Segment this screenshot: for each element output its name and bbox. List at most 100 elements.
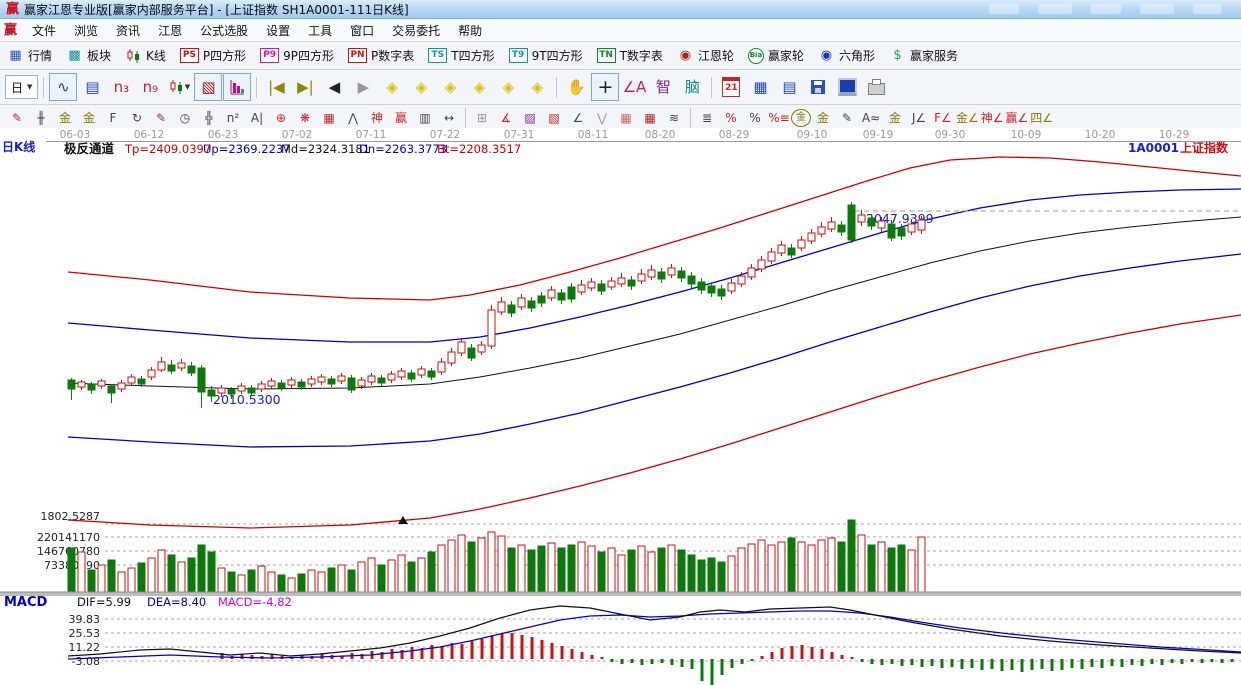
toolbar-button-sectors[interactable]: ▩板块 (59, 44, 118, 67)
toolbar-button-histogram-tool[interactable] (223, 73, 251, 101)
toolbar-button-calculator-tool[interactable]: ▦ (746, 73, 774, 101)
toolbar-button-smart-tool[interactable]: 智 (649, 73, 677, 101)
toolbar-button-gann-target[interactable]: ⊕ (269, 108, 293, 128)
toolbar-button-shen-angle[interactable]: 神∠ (980, 108, 1005, 128)
toolbar-button-j-angle[interactable]: J∠ (907, 108, 931, 128)
toolbar-button-f-angle[interactable]: F∠ (931, 108, 955, 128)
toolbar-button-pattern-tool[interactable]: ▧ (194, 73, 222, 101)
toolbar-button-marker-tool[interactable]: ✎ (149, 108, 173, 128)
menu-item-6[interactable]: 工具 (299, 21, 341, 40)
menu-item-1[interactable]: 浏览 (65, 21, 107, 40)
toolbar-button-diamond-compress[interactable]: ◈ (523, 73, 551, 101)
toolbar-button-bars-9-tool[interactable]: n₉ (136, 73, 164, 101)
toolbar-button-double-ruler[interactable]: ╬ (197, 108, 221, 128)
toolbar-button-candle-style-dropdown[interactable]: ▼ (165, 73, 193, 101)
toolbar-button-quotes[interactable]: ▦行情 (0, 44, 59, 67)
toolbar-button-si-angle[interactable]: 四∠ (1029, 108, 1054, 128)
toolbar-button-grid-red[interactable]: ▦ (638, 108, 662, 128)
toolbar-button-slant-lines[interactable]: ≋ (662, 108, 686, 128)
toolbar-button-gold-circle[interactable]: 金 (791, 109, 811, 127)
toolbar-button-ying-angle[interactable]: 赢∠ (1005, 108, 1030, 128)
toolbar-button-winner-wheel[interactable]: Bia赢家轮 (741, 44, 811, 67)
toolbar-button-brain-tool[interactable]: 脑 (678, 73, 706, 101)
toolbar-button-first-bar[interactable]: |◀ (262, 73, 290, 101)
toolbar-button-save-floppy[interactable] (804, 73, 832, 101)
toolbar-button-zigzag-tool[interactable]: ∿ (49, 73, 77, 101)
toolbar-button-gold-line[interactable]: 金 (883, 108, 907, 128)
toolbar-button-9p-square[interactable]: P99P四方形 (253, 44, 341, 67)
toolbar-button-remote-screen[interactable] (833, 73, 861, 101)
toolbar-button-winner-service[interactable]: $赢家服务 (882, 44, 965, 67)
toolbar-button-t-table[interactable]: TNT数字表 (590, 44, 670, 67)
toolbar-button-diamond-right[interactable]: ◈ (407, 73, 435, 101)
toolbar-button-info-panel[interactable]: ▤ (78, 73, 106, 101)
toolbar-button-clock-tool[interactable]: ◷ (173, 108, 197, 128)
menu-item-2[interactable]: 资讯 (107, 21, 149, 40)
toolbar-button-kline[interactable]: K线 (118, 44, 173, 67)
toolbar-button-prev-bar[interactable]: ◀ (320, 73, 348, 101)
toolbar-button-angle-fan[interactable]: ∠ (566, 108, 590, 128)
menu-item-0[interactable]: 文件 (23, 21, 65, 40)
toolbar-button-angle-a-tool[interactable]: ∠A (620, 73, 648, 101)
toolbar-button-spiral-tool[interactable]: ↻ (125, 108, 149, 128)
toolbar-button-gann-star[interactable]: ❋ (293, 108, 317, 128)
toolbar-button-diamond-vsplit[interactable]: ◈ (465, 73, 493, 101)
toolbar-button-f-ruler[interactable]: F (101, 108, 125, 128)
toolbar-button-fan-box-purple[interactable]: ▨ (518, 108, 542, 128)
toolbar-button-hexagon[interactable]: ◉六角形 (811, 44, 882, 67)
toolbar-button-percent-line-red[interactable]: % (719, 108, 743, 128)
toolbar-button-bars-3-tool[interactable]: n₃ (107, 73, 135, 101)
toolbar-button-notes-tool[interactable]: ▤ (775, 73, 803, 101)
toolbar-button-percent-levels[interactable]: %≡ (767, 108, 791, 128)
toolbar-button-wave-a-tool[interactable]: A≈ (859, 108, 883, 128)
menu-item-5[interactable]: 设置 (257, 21, 299, 40)
toolbar-button-crosshair-tool[interactable]: + (591, 73, 619, 101)
menu-item-4[interactable]: 公式选股 (191, 21, 257, 40)
toolbar-button-box-ruler[interactable]: ⊞ (470, 108, 494, 128)
toolbar-button-gold-levels[interactable]: 金 (811, 108, 835, 128)
toolbar-button-diamond-expand[interactable]: ◈ (494, 73, 522, 101)
toolbar-button-v-ruler[interactable]: ≣ (695, 108, 719, 128)
toolbar-button-shen-tool[interactable]: 神 (365, 108, 389, 128)
toolbar-button-diamond-left[interactable]: ◈ (378, 73, 406, 101)
candle-body (858, 215, 865, 222)
toolbar-button-v-lines-tool[interactable]: ⋀ (341, 108, 365, 128)
toolbar-button-ying-tool[interactable]: 赢 (389, 108, 413, 128)
quotes-icon: ▦ (7, 48, 24, 64)
toolbar-button-9t-square[interactable]: T99T四方形 (502, 44, 590, 67)
chart-area[interactable]: 06-0306-1206-2307-0207-1107-2207-3108-11… (0, 128, 1241, 685)
toolbar-button-printer[interactable] (862, 73, 890, 101)
toolbar-button-gann-grid[interactable]: ▦ (317, 108, 341, 128)
toolbar-button-v-dotted[interactable]: ⋁ (590, 108, 614, 128)
toolbar-button-gold-gate-1[interactable]: 金 (53, 108, 77, 128)
toolbar-button-n-square-tool[interactable]: n² (221, 108, 245, 128)
toolbar-button-diamond-hsplit[interactable]: ◈ (436, 73, 464, 101)
kline-chart-svg[interactable]: 06-0306-1206-2307-0207-1107-2207-3108-11… (0, 128, 1241, 685)
toolbar-button-text-marker[interactable]: A| (245, 108, 269, 128)
toolbar-button-fan-box-red[interactable]: ▧ (542, 108, 566, 128)
toolbar-button-gold-gate-2[interactable]: 金 (77, 108, 101, 128)
remote-screen-icon (838, 78, 857, 96)
toolbar-button-p-table[interactable]: PNP数字表 (341, 44, 421, 67)
toolbar-button-hand-tool[interactable]: ✋ (562, 73, 590, 101)
toolbar-button-percent-tool[interactable]: % (743, 108, 767, 128)
toolbar-button-t-square[interactable]: TST四方形 (421, 44, 501, 67)
toolbar-button-fan-lines-red[interactable]: ∡ (494, 108, 518, 128)
period-selector-dropdown[interactable]: 日▼ (5, 75, 38, 99)
toolbar-button-grid-ruler[interactable]: ╫ (29, 108, 53, 128)
toolbar-button-grid-light[interactable]: ▦ (614, 108, 638, 128)
toolbar-button-calendar-tool[interactable]: 21 (717, 73, 745, 101)
menu-item-7[interactable]: 窗口 (341, 21, 383, 40)
toolbar-button-ruler-123[interactable]: ▥ (413, 108, 437, 128)
toolbar-button-gold-angle[interactable]: 金∠ (955, 108, 980, 128)
toolbar-button-p-square[interactable]: PSP四方形 (173, 44, 253, 67)
toolbar-button-gann-wheel[interactable]: ◉江恩轮 (670, 44, 741, 67)
menu-item-8[interactable]: 交易委托 (383, 21, 449, 40)
toolbar-button-next-bar[interactable]: ▶ (349, 73, 377, 101)
toolbar-button-width-measure[interactable]: ↔ (437, 108, 461, 128)
menu-item-9[interactable]: 帮助 (449, 21, 491, 40)
toolbar-button-pencil-dark[interactable]: ✎ (835, 108, 859, 128)
menu-item-3[interactable]: 江恩 (149, 21, 191, 40)
toolbar-button-pencil-tool[interactable]: ✎ (5, 108, 29, 128)
toolbar-button-last-bar[interactable]: ▶| (291, 73, 319, 101)
